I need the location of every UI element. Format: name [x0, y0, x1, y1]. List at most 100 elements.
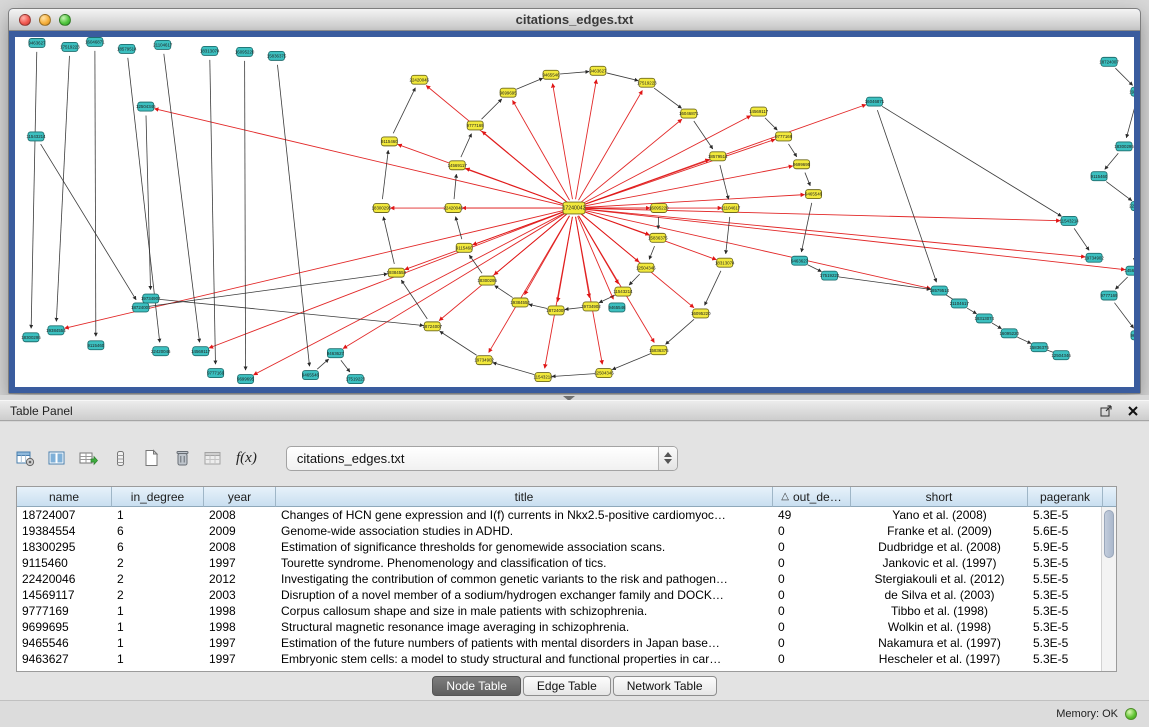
network-node[interactable]: 11543214: [613, 287, 633, 296]
table-row[interactable]: 1938455462009Genome-wide association stu…: [17, 523, 1116, 539]
network-node[interactable]: 22420046: [151, 347, 171, 356]
network-node[interactable]: 11543214: [26, 132, 46, 141]
network-node[interactable]: 22420046: [410, 75, 430, 84]
network-canvas[interactable]: 1724004216095220158363751250434611543214…: [15, 37, 1134, 387]
network-node[interactable]: 18300295: [477, 276, 497, 285]
minimize-window-button[interactable]: [39, 14, 51, 26]
network-node[interactable]: 16095220: [691, 309, 711, 318]
network-node[interactable]: 9115460: [87, 341, 104, 350]
network-node[interactable]: 11543214: [533, 373, 553, 382]
column-header-year[interactable]: year: [204, 487, 276, 507]
float-panel-icon[interactable]: [1100, 404, 1113, 417]
network-node[interactable]: 15836375: [648, 233, 668, 242]
network-node[interactable]: 17519223: [60, 42, 80, 51]
tab-network-table[interactable]: Network Table: [613, 676, 717, 696]
network-node[interactable]: 16095220: [235, 47, 255, 56]
network-node[interactable]: 9699695: [793, 160, 811, 169]
network-node[interactable]: 9463627: [791, 256, 809, 265]
network-node[interactable]: 16095220: [649, 204, 669, 213]
network-node[interactable]: 18579514: [708, 152, 728, 161]
network-node[interactable]: 16095220: [999, 329, 1019, 338]
network-node[interactable]: 17519223: [637, 78, 657, 87]
network-node[interactable]: 19384554: [1129, 87, 1134, 96]
network-node[interactable]: 9115460: [381, 137, 398, 146]
column-header-title[interactable]: title: [276, 487, 773, 507]
network-node[interactable]: 9115460: [456, 243, 473, 252]
column-header-name[interactable]: name: [17, 487, 112, 507]
network-node[interactable]: 9463627: [589, 66, 607, 75]
select-columns-icon[interactable]: [48, 447, 66, 469]
network-node[interactable]: 14569117: [1124, 266, 1134, 275]
network-node[interactable]: 17240042: [562, 202, 585, 214]
window-titlebar[interactable]: citations_edges.txt: [9, 9, 1140, 31]
network-node[interactable]: 16046871: [85, 37, 105, 46]
table-row[interactable]: 911546021997Tourette syndrome. Phenomeno…: [17, 555, 1116, 571]
zoom-window-button[interactable]: [59, 14, 71, 26]
table-row[interactable]: 946554611997Estimation of the future num…: [17, 635, 1116, 651]
column-header-pagerank[interactable]: pagerank: [1028, 487, 1103, 507]
tab-node-table[interactable]: Node Table: [432, 676, 521, 696]
network-node[interactable]: 19734902: [1084, 253, 1104, 262]
network-node[interactable]: 19734902: [141, 294, 161, 303]
network-node[interactable]: 9115460: [1091, 172, 1108, 181]
network-node[interactable]: 15836375: [649, 346, 669, 355]
network-node[interactable]: 9463627: [327, 349, 345, 358]
network-node[interactable]: 18724007: [546, 306, 566, 315]
column-header-short[interactable]: short: [851, 487, 1028, 507]
table-settings-icon[interactable]: [16, 447, 35, 469]
network-node[interactable]: 18579514: [930, 286, 950, 295]
network-node[interactable]: 22420046: [1129, 202, 1134, 211]
scrollbar-thumb[interactable]: [1104, 510, 1114, 558]
table-row[interactable]: 969969511998Structural magnetic resonanc…: [17, 619, 1116, 635]
vertical-scrollbar[interactable]: [1101, 507, 1116, 671]
network-node[interactable]: 18724007: [1099, 57, 1119, 66]
network-node[interactable]: 9465546: [302, 371, 320, 380]
network-node[interactable]: 9777169: [467, 121, 485, 130]
network-node[interactable]: 21104617: [950, 299, 970, 308]
network-node[interactable]: 12504346: [594, 369, 614, 378]
network-node[interactable]: 9463627: [28, 38, 46, 47]
close-window-button[interactable]: [19, 14, 31, 26]
table-row[interactable]: 1456911722003Disruption of a novel membe…: [17, 587, 1116, 603]
network-node[interactable]: 19384554: [510, 298, 530, 307]
table-row[interactable]: 977716911998Corpus callosum shape and si…: [17, 603, 1116, 619]
network-node[interactable]: 19384554: [387, 268, 407, 277]
table-selector[interactable]: citations_edges.txt: [286, 446, 678, 471]
edit-table-icon[interactable]: [79, 447, 98, 469]
network-node[interactable]: 9777169: [207, 369, 225, 378]
network-node[interactable]: 15836375: [1029, 343, 1049, 352]
column-header-in-degree[interactable]: in_degree: [112, 487, 204, 507]
network-node[interactable]: 22420046: [443, 204, 463, 213]
table-row[interactable]: 946362711997Embryonic stem cells: a mode…: [17, 651, 1116, 667]
function-builder-icon[interactable]: f(x): [236, 447, 257, 469]
column-header-out-de-[interactable]: △out_de…: [773, 487, 851, 507]
row-tools-icon[interactable]: [111, 447, 129, 469]
network-node[interactable]: 15836375: [267, 51, 287, 60]
network-node[interactable]: 18313074: [715, 258, 735, 267]
network-node[interactable]: 11543214: [1060, 216, 1080, 225]
network-node[interactable]: 14569117: [191, 347, 211, 356]
new-document-icon[interactable]: [142, 447, 160, 469]
table-row[interactable]: 1830029562008Estimation of significance …: [17, 539, 1116, 555]
network-node[interactable]: 18579514: [117, 44, 137, 53]
network-node[interactable]: 14569117: [749, 107, 769, 116]
network-node[interactable]: 18313074: [975, 314, 995, 323]
table-row[interactable]: 1872400712008Changes of HCN gene express…: [17, 507, 1116, 523]
network-node[interactable]: 17519223: [346, 375, 366, 384]
network-node[interactable]: 18300295: [372, 204, 392, 213]
network-node[interactable]: 12504346: [1051, 351, 1071, 360]
network-node[interactable]: 17519223: [820, 271, 840, 280]
network-node[interactable]: 9699695: [237, 375, 255, 384]
network-node[interactable]: 21104617: [153, 40, 173, 49]
network-node[interactable]: 16046871: [679, 109, 699, 118]
network-node[interactable]: 9777169: [775, 132, 793, 141]
import-table-icon[interactable]: [204, 447, 223, 469]
network-node[interactable]: 18300295: [21, 333, 41, 342]
network-node[interactable]: 18300295: [1114, 142, 1134, 151]
network-node[interactable]: 14569117: [448, 161, 468, 170]
tab-edge-table[interactable]: Edge Table: [523, 676, 611, 696]
network-node[interactable]: 9699695: [500, 88, 518, 97]
network-node[interactable]: 19384554: [46, 326, 66, 335]
network-node[interactable]: 18724007: [423, 322, 443, 331]
network-node[interactable]: 19734902: [474, 356, 494, 365]
